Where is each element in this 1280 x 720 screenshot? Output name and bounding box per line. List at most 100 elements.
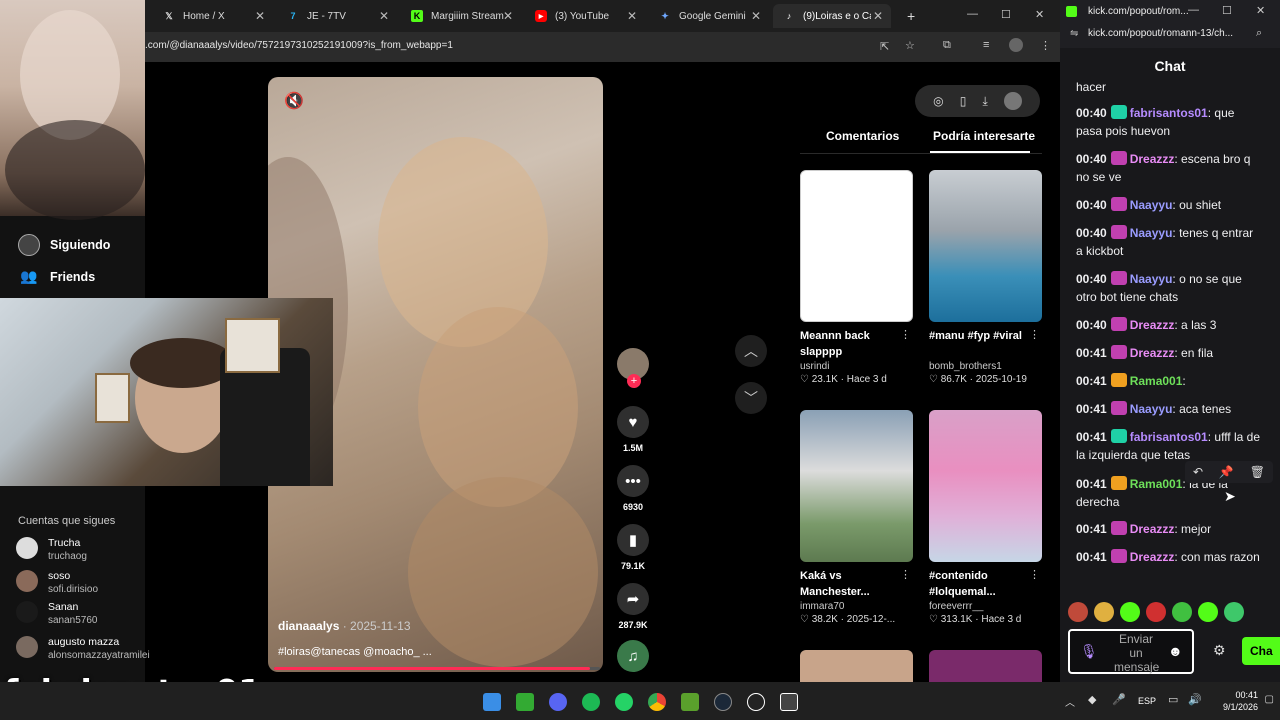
new-tab-button[interactable]: + [897,4,917,28]
message-username[interactable]: Dreazzz [1130,522,1175,536]
close-tab-icon[interactable]: ✕ [255,9,265,23]
message-username[interactable]: Naayyu [1130,272,1173,286]
minecraft-icon[interactable] [516,693,534,711]
tab-kick[interactable]: K Margiiim Stream ✕ [401,4,521,28]
more-options-icon[interactable]: ⋮ [900,568,911,581]
minimize-icon[interactable]: — [967,8,978,20]
sidebar-item-siguiendo[interactable]: Siguiendo [18,234,110,256]
emote-icon[interactable] [1120,602,1140,622]
followed-account[interactable]: soso sofi.dirisioo [16,570,98,596]
video-progress-bar[interactable] [274,667,600,670]
video-thumbnail[interactable] [800,650,913,682]
autoscroll-icon[interactable]: ◎ [933,94,943,108]
next-video-button[interactable]: ﹀ [735,382,767,414]
chat-message[interactable]: 00:41 fabrisantos01: ufff la de la izquie… [1076,428,1260,464]
message-username[interactable]: Rama001 [1130,477,1183,491]
chrome-icon[interactable] [648,693,666,711]
minimize-icon[interactable]: — [1188,4,1199,16]
close-window-icon[interactable]: ✕ [1256,4,1265,17]
chat-message[interactable]: 00:40 Naayyu: ou shiet [1076,196,1260,214]
tab-comentarios[interactable]: Comentarios [826,129,899,143]
chat-message[interactable]: 00:41 Rama001: [1076,372,1260,390]
video-thumbnail[interactable] [929,410,1042,562]
message-username[interactable]: Rama001 [1130,374,1183,388]
epic-games-icon[interactable] [747,693,765,711]
spotify-icon[interactable] [582,693,600,711]
followed-account[interactable]: augusto mazza alonsomazzayatramilei [16,636,150,662]
install-app-icon[interactable]: ⇱ [880,40,889,53]
recommended-video-card[interactable]: #contenido #lolquemal... ⋮ foreeverrr__ … [929,410,1042,625]
browser-menu-icon[interactable]: ⋮ [1040,39,1051,52]
card-user[interactable]: foreeverrr__ [929,601,1042,612]
sidebar-item-friends[interactable]: 👥 Friends [18,268,95,285]
maximize-icon[interactable]: ☐ [1222,4,1232,17]
card-user[interactable]: immara70 [800,601,913,612]
tab-x[interactable]: 𝕏 Home / X ✕ [153,4,273,28]
chat-message[interactable]: 00:40 Naayyu: tenes q entrar a kickbot [1076,224,1260,260]
chat-input[interactable]: 🎙 Enviar un mensaje ☻ [1068,629,1194,674]
video-caption[interactable]: #loiras@tanecas @moacho_ ... [278,646,432,658]
message-username[interactable]: Naayyu [1130,402,1173,416]
microphone-icon[interactable]: 🎙 [1080,643,1098,660]
chat-message[interactable]: 00:40 fabrisantos01: que pasa pois huevon [1076,104,1260,140]
video-thumbnail[interactable] [929,170,1042,322]
chat-message[interactable]: 00:40 Dreazzz: a las 3 [1076,316,1260,334]
emote-icon[interactable] [1172,602,1192,622]
discord-icon[interactable] [549,693,567,711]
video-thumbnail[interactable] [800,170,913,322]
obs-icon[interactable] [780,693,798,711]
video-author[interactable]: dianaaalys [278,619,339,633]
clock[interactable]: 00:41 9/1/2026 [1223,689,1258,713]
close-tab-icon[interactable]: ✕ [873,9,883,23]
send-chat-button[interactable]: Cha [1242,637,1280,665]
message-username[interactable]: Naayyu [1130,198,1173,212]
pin-icon[interactable]: 📌 [1219,465,1234,479]
download-icon[interactable]: ⤓ [982,94,987,109]
message-username[interactable]: Dreazzz [1130,346,1175,360]
maximize-icon[interactable]: ☐ [1001,8,1011,21]
site-info-icon[interactable]: ⇋ [1070,28,1078,39]
close-tab-icon[interactable]: ✕ [503,9,513,23]
volume-icon[interactable]: 🔊 [1188,693,1202,706]
search-icon[interactable]: ⌕ [1256,27,1262,40]
more-options-icon[interactable]: ⋮ [1029,328,1040,341]
reply-icon[interactable]: ↶ [1193,465,1203,479]
url-field[interactable]: .com/@dianaaalys/video/75721973102521910… [145,40,453,51]
profile-avatar-icon[interactable] [1009,38,1023,52]
video-thumbnail[interactable] [800,410,913,562]
recommended-video-card[interactable]: #manu #fyp #viral ⋮ bomb_brothers1 ♡ 86.… [929,170,1042,385]
chat-message[interactable]: 00:40 Dreazzz: escena bro q no se ve [1076,150,1260,186]
windows-start-icon[interactable] [483,693,501,711]
tab-podria-interesarte[interactable]: Podría interesarte [933,129,1035,143]
emoji-icon[interactable]: ☻ [1168,643,1183,659]
message-username[interactable]: Dreazzz [1130,550,1175,564]
device-icon[interactable]: ▯ [960,94,967,108]
tab-tiktok[interactable]: ♪ (9)Loiras e o Calo ✕ [773,4,891,28]
music-disc-button[interactable]: ♫ [617,640,649,672]
whatsapp-icon[interactable] [615,693,633,711]
chat-message[interactable]: 00:41 Naayyu: aca tenes [1076,400,1260,418]
card-user[interactable]: usrindi [800,361,913,372]
followed-account[interactable]: Trucha truchaog [16,537,87,563]
media-controls-icon[interactable]: ≡ [983,39,989,51]
keyboard-language[interactable]: ESP [1138,696,1156,706]
delete-icon[interactable]: 🗑 [1250,465,1265,479]
tray-chevron-icon[interactable]: ︿ [1065,694,1075,709]
emote-icon[interactable] [1094,602,1114,622]
network-icon[interactable]: ▭ [1168,693,1178,706]
close-window-icon[interactable]: ✕ [1035,8,1044,21]
settings-gear-icon[interactable]: ⚙ [1213,642,1226,659]
profile-avatar-icon[interactable] [1003,92,1022,110]
extensions-icon[interactable]: ⧉ [943,39,951,52]
card-user[interactable]: bomb_brothers1 [929,361,1042,372]
tray-app-icon[interactable]: ◆ [1088,693,1096,706]
like-button[interactable]: ♥ 1.5M [617,406,649,453]
game-launcher-icon[interactable] [681,693,699,711]
emote-icon[interactable] [1068,602,1088,622]
emote-icon[interactable] [1198,602,1218,622]
recommended-video-card[interactable]: Meannn back slapppp ⋮ usrindi ♡ 23.1K · … [800,170,913,385]
close-tab-icon[interactable]: ✕ [751,9,761,23]
microphone-icon[interactable]: 🎤 [1112,693,1126,706]
message-username[interactable]: fabrisantos01 [1130,106,1208,120]
tab-7tv[interactable]: 7 JE - 7TV ✕ [277,4,397,28]
